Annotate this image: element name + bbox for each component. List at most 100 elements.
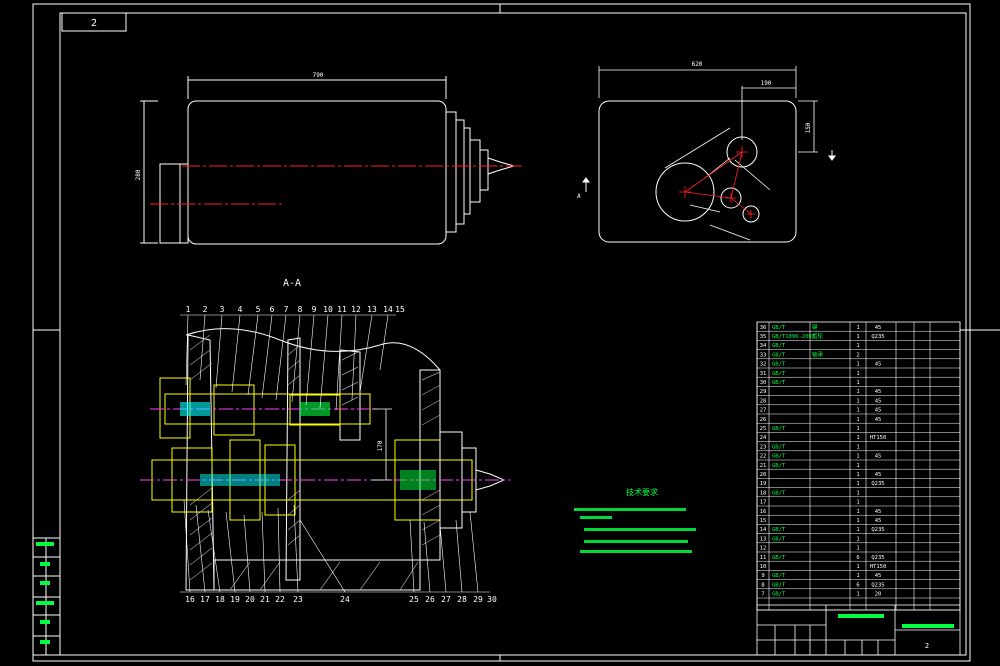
parts-list-table[interactable]: 36 GB/T 键 1 4535 GB/T1096-2003齿轮 1 Q23534 GB/T 13… xyxy=(756,321,961,611)
table-cell: 1 xyxy=(856,500,859,506)
side-view-center-links xyxy=(684,151,752,215)
table-row[interactable]: 27 1 45 xyxy=(760,408,882,414)
table-cell: 1 xyxy=(856,380,859,386)
front-view-body xyxy=(187,100,447,245)
table-cell: GB/T xyxy=(772,426,786,432)
table-cell: 1 xyxy=(856,334,859,340)
sheet-number: 2 xyxy=(925,642,929,650)
table-cell: HT150 xyxy=(870,564,887,570)
table-row[interactable]: 29 1 45 xyxy=(760,389,882,395)
table-cell: Q235 xyxy=(871,481,884,487)
table-cell: 23 xyxy=(760,444,767,450)
section-hatching xyxy=(189,334,441,591)
balloon-27: 27 xyxy=(441,595,451,604)
table-row[interactable]: 21 GB/T 1 xyxy=(760,463,860,469)
table-row[interactable]: 23 GB/T 1 xyxy=(760,444,860,450)
table-cell: 45 xyxy=(875,389,882,395)
table-cell: GB/T xyxy=(772,582,786,588)
title-block-fills: 2 xyxy=(838,614,954,650)
table-cell: HT150 xyxy=(870,435,887,441)
table-cell: 1 xyxy=(856,454,859,460)
drawing-number xyxy=(902,624,954,628)
table-row[interactable]: 26 1 45 xyxy=(760,417,882,423)
table-row[interactable]: 15 1 45 xyxy=(760,518,882,524)
balloon-7: 7 xyxy=(284,305,289,314)
balloon-3: 3 xyxy=(220,305,225,314)
table-row[interactable]: 20 1 45 xyxy=(760,472,882,478)
table-cell: 15 xyxy=(760,518,767,524)
table-cell: 1 xyxy=(856,444,859,450)
table-cell: 1 xyxy=(856,546,859,552)
table-row[interactable]: 17 1 xyxy=(760,500,860,506)
tech-notes-lines xyxy=(574,508,696,553)
table-cell: 24 xyxy=(760,435,767,441)
table-row[interactable]: 12 1 xyxy=(760,546,860,552)
table-cell: 45 xyxy=(875,362,882,368)
table-cell: GB/T xyxy=(772,536,786,542)
table-row[interactable]: 32 GB/T 1 45 xyxy=(760,362,882,368)
corner-tag-text: 2 xyxy=(91,18,97,29)
table-cell: GB/T xyxy=(772,444,786,450)
table-row[interactable]: 10 1 HT150 xyxy=(760,564,887,570)
table-cell: 1 xyxy=(856,408,859,414)
table-cell: 1 xyxy=(856,463,859,469)
table-row[interactable]: 7 GB/T 1 20 xyxy=(761,592,881,598)
table-cell: GB/T1096-2003 xyxy=(772,334,815,340)
side-view-body xyxy=(598,100,797,243)
table-row[interactable]: 18 GB/T 1 xyxy=(760,490,860,496)
table-row[interactable]: 34 GB/T 1 xyxy=(760,343,860,349)
side-view[interactable]: 620 190 150 A xyxy=(577,61,836,243)
balloon-4: 4 xyxy=(238,305,243,314)
table-cell: 2 xyxy=(856,352,859,358)
side-view-dimensions xyxy=(598,66,818,241)
table-cell: 18 xyxy=(760,490,767,496)
table-row[interactable]: 25 GB/T 1 xyxy=(760,426,860,432)
section-view[interactable]: 170 xyxy=(140,314,510,593)
balloon-numbers-bottom: 16 17 18 19 20 21 22 23 24 25 26 27 28 29 30 xyxy=(185,595,497,604)
side-width-dimension: 620 xyxy=(692,61,703,68)
table-cell: 1 xyxy=(856,417,859,423)
balloon-19: 19 xyxy=(230,595,240,604)
table-cell: 34 xyxy=(760,343,767,349)
table-row[interactable]: 36 GB/T 键 1 45 xyxy=(760,323,882,331)
table-cell: 13 xyxy=(760,536,767,542)
table-row[interactable]: 13 GB/T 1 xyxy=(760,536,860,542)
drawing-frame xyxy=(32,3,1000,662)
table-cell: 16 xyxy=(760,509,767,515)
table-cell: 1 xyxy=(856,490,859,496)
table-cell: 45 xyxy=(875,417,882,423)
table-cell: GB/T xyxy=(772,555,786,561)
table-cell: 12 xyxy=(760,546,767,552)
table-cell: 1 xyxy=(856,518,859,524)
front-view[interactable]: 790 280 xyxy=(135,72,522,245)
table-row[interactable]: 22 GB/T 1 45 xyxy=(760,454,882,460)
table-row[interactable]: 28 1 45 xyxy=(760,398,882,404)
balloon-20: 20 xyxy=(245,595,255,604)
table-row[interactable]: 9 GB/T 1 45 xyxy=(761,573,881,579)
table-cell: 6 xyxy=(856,582,859,588)
table-cell: 45 xyxy=(875,398,882,404)
table-row[interactable]: 33 GB/T 轴承 2 xyxy=(760,350,860,358)
balloon-9: 9 xyxy=(312,305,317,314)
title-block[interactable] xyxy=(756,604,961,656)
table-cell: 22 xyxy=(760,454,767,460)
table-cell: 8 xyxy=(761,582,764,588)
table-cell: 1 xyxy=(856,509,859,515)
table-row[interactable]: 16 1 45 xyxy=(760,509,882,515)
table-cell: 7 xyxy=(761,592,764,598)
table-cell: 1 xyxy=(856,398,859,404)
table-row[interactable]: 30 GB/T 1 xyxy=(760,380,860,386)
balloon-15: 15 xyxy=(395,305,405,314)
table-cell: 1 xyxy=(856,536,859,542)
balloon-23: 23 xyxy=(293,595,303,604)
table-cell: 19 xyxy=(760,481,767,487)
table-cell: 1 xyxy=(856,573,859,579)
left-side-strip xyxy=(32,537,61,656)
table-row[interactable]: 24 1 HT150 xyxy=(760,435,887,441)
balloon-numbers-top: 1 2 3 4 5 6 7 8 9 10 11 12 13 14 15 xyxy=(186,305,405,314)
cad-drawing-canvas[interactable]: 2 790 280 620 190 150 A A-A 170 1 2 3 4 … xyxy=(0,0,1000,666)
table-cell: 29 xyxy=(760,389,767,395)
table-cell: Q235 xyxy=(871,527,884,533)
table-row[interactable]: 31 GB/T 1 xyxy=(760,371,860,377)
table-cell: 10 xyxy=(760,564,767,570)
